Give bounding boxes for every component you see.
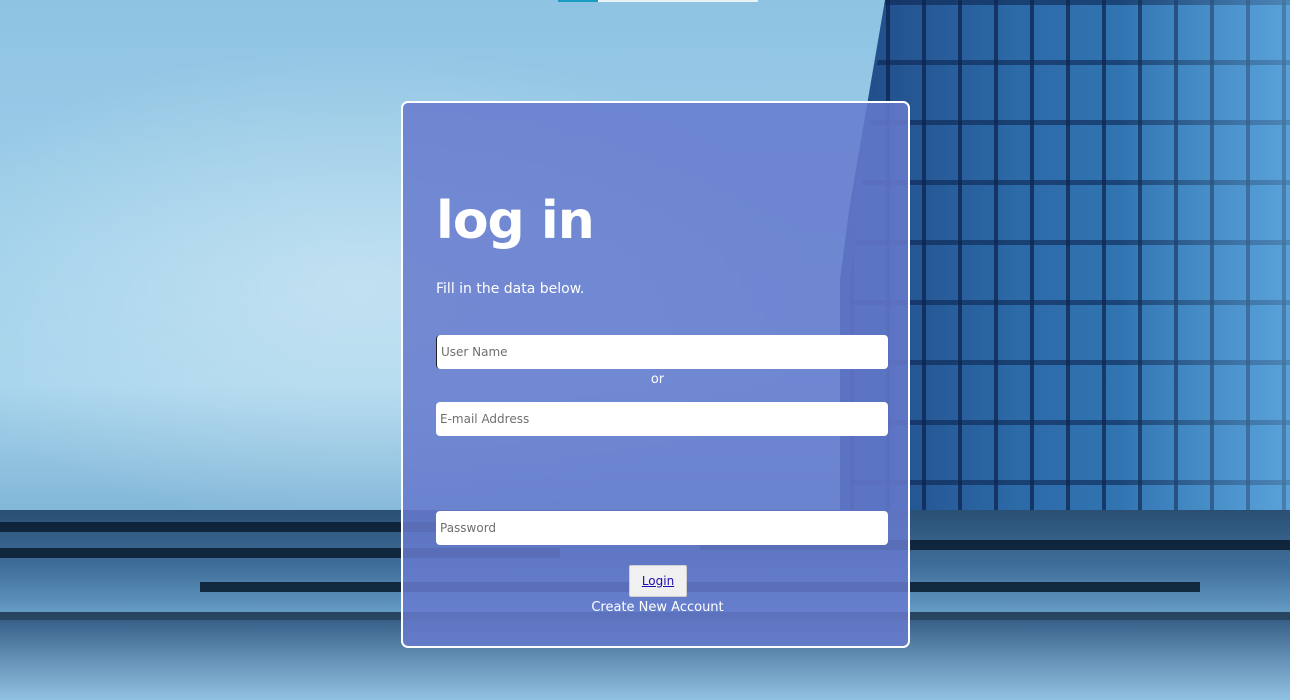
top-accent-strip (598, 0, 758, 2)
form-instructions: Fill in the data below. (436, 281, 585, 297)
page-title: log in (436, 191, 595, 251)
top-accent-strip (558, 0, 598, 2)
create-account-link[interactable]: Create New Account (403, 600, 912, 615)
login-card: log in Fill in the data below. or Login … (401, 101, 910, 648)
password-input[interactable] (436, 511, 888, 545)
login-button[interactable]: Login (629, 565, 687, 597)
username-input[interactable] (436, 335, 888, 369)
or-separator: or (650, 372, 665, 387)
email-input[interactable] (436, 402, 888, 436)
